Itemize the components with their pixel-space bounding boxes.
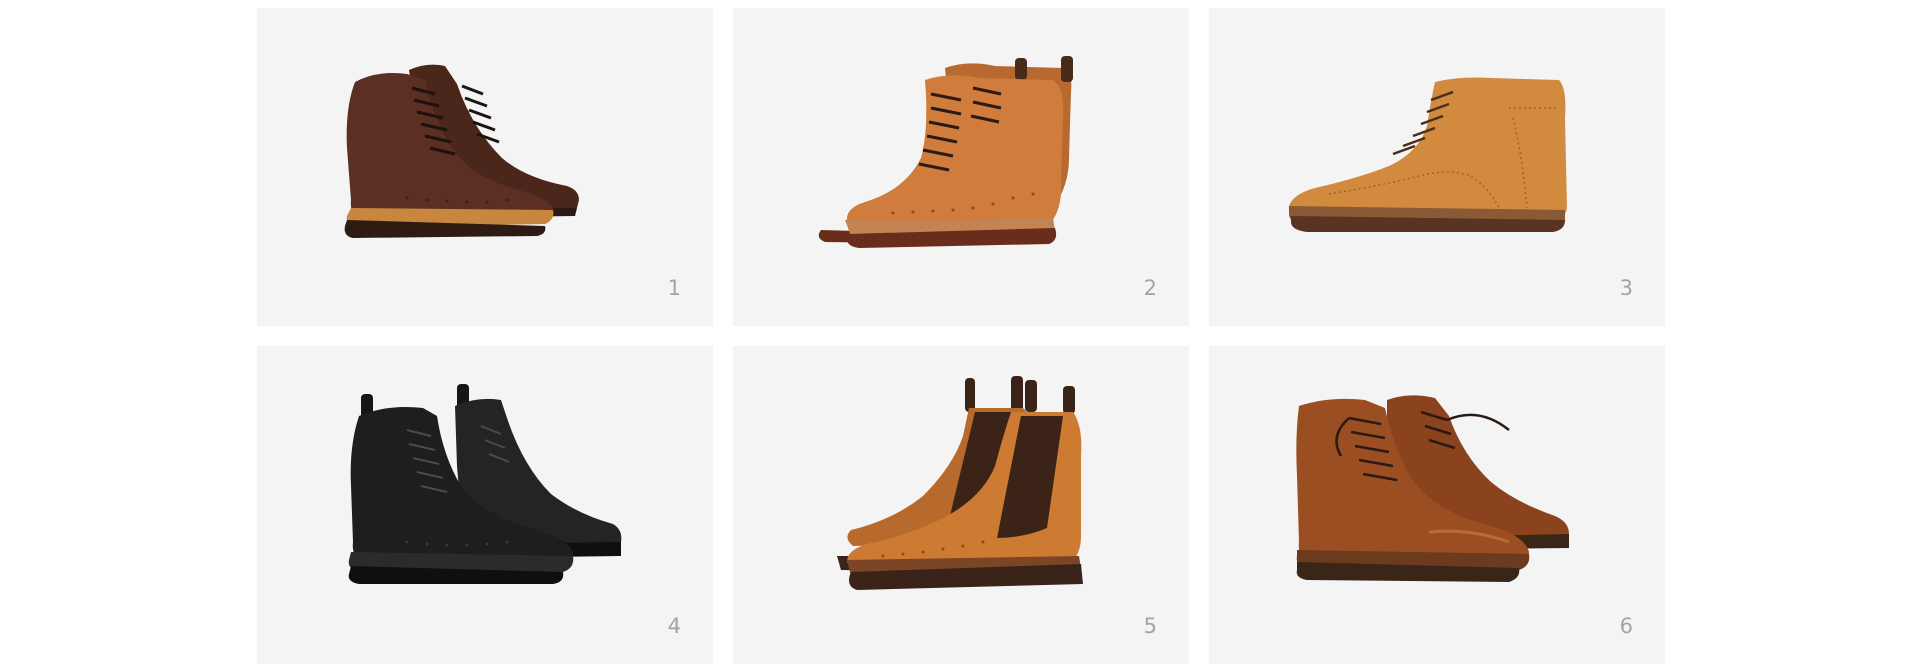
item-number: 5 [1143, 614, 1157, 638]
product-card-5[interactable]: 5 [733, 346, 1189, 664]
item-number: 6 [1619, 614, 1633, 638]
boot-image-5 [837, 376, 1083, 590]
boot-image-2 [818, 56, 1073, 248]
item-number: 2 [1143, 276, 1157, 300]
product-card-3[interactable]: 3 [1209, 8, 1665, 326]
item-number: 4 [667, 614, 681, 638]
boot-image-6 [1296, 395, 1569, 582]
boot-image-4 [348, 384, 622, 584]
item-number: 3 [1619, 276, 1633, 300]
product-card-6[interactable]: 6 [1209, 346, 1665, 664]
product-card-4[interactable]: 4 [257, 346, 713, 664]
item-number: 1 [667, 276, 681, 300]
boot-image-1 [344, 64, 579, 238]
product-card-2[interactable]: 2 [733, 8, 1189, 326]
boot-image-3 [1288, 77, 1567, 232]
product-grid: 1 2 3 4 5 6 [257, 8, 1665, 664]
product-card-1[interactable]: 1 [257, 8, 713, 326]
